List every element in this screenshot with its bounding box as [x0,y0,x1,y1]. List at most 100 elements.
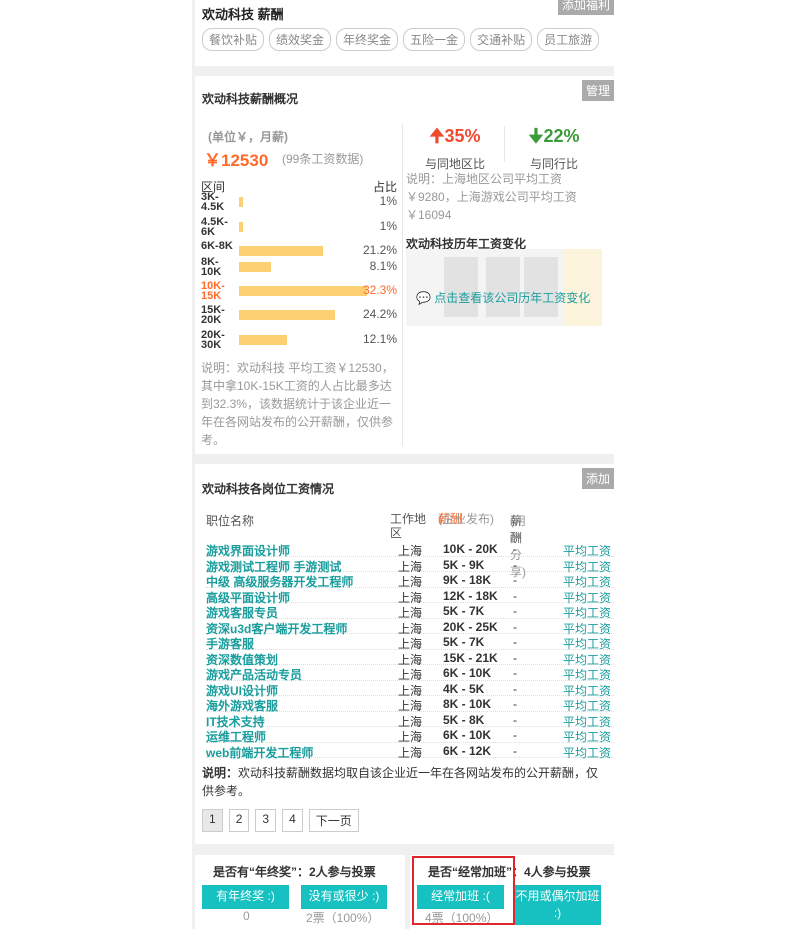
pagination: 1 2 3 4 下一页 [202,809,359,832]
add-benefit-button[interactable]: 添加福利 [557,0,614,15]
user-salary: - [513,697,517,711]
user-salary: - [513,542,517,556]
position-salary: 5K - 7K [443,635,485,649]
distribution-row: 10K-15K 32.3% [201,281,397,303]
user-salary: - [513,635,517,649]
user-salary: - [513,681,517,696]
history-chart-preview[interactable]: 💬 点击查看该公司历年工资变化 [406,249,602,326]
distribution-note: 说明：欢动科技 平均工资￥12530，其中拿10K-15K工资的人占比最多达到3… [201,361,394,447]
benefit-tag[interactable]: 餐饮补贴 [202,28,265,51]
overtime-no-button[interactable]: 不用或偶尔加班 :) [514,885,601,925]
table-row: web前端开发工程师 上海 6K - 12K - 平均工资 [206,743,614,761]
distribution-row: 15K-20K 24.2% [201,305,397,327]
distribution-row: 8K-10K 8.1% [201,257,397,279]
range-label: 4.5K-6K [201,216,228,238]
percent-label: 32.3% [362,283,397,297]
add-salary-button[interactable]: 添加 [581,468,614,489]
blurred-block [486,257,520,317]
benefits-panel: 欢动科技 薪酬 餐饮补贴 绩效奖金 年终奖金 五险一金 交通补贴 员工旅游 添加… [195,0,614,66]
distribution-bar [239,310,335,320]
user-salary: - [513,712,517,727]
table-row: 游戏界面设计师 上海 10K - 20K - 平均工资 [206,541,614,558]
note-text: 欢动科技薪酬数据均取自该企业近一年在各网站发布的公开薪酬，仅供参考。 [202,766,599,798]
arrow-down-icon: 🠋 [528,126,544,146]
range-label: 20K-30K [201,329,225,351]
note-label: 说明： [202,766,239,780]
history-link-label: 点击查看该公司历年工资变化 [434,291,591,305]
position-location: 上海 [398,745,423,760]
benefit-tag[interactable]: 交通补贴 [470,28,533,51]
position-salary: 6K - 12K [443,743,492,758]
bonus-no-button[interactable]: 没有或很少 :) [301,885,387,909]
benefit-tag[interactable]: 五险一金 [403,28,466,51]
next-page-button[interactable]: 下一页 [308,809,359,832]
position-salary: 4K - 5K [443,681,485,696]
region-compare-value: 35% [444,126,481,146]
distribution-row: 4.5K-6K 1% [201,217,397,239]
user-salary: - [513,588,517,603]
position-salary: 9K - 18K [443,573,492,587]
user-salary: - [513,604,517,618]
benefit-tag[interactable]: 绩效奖金 [269,28,332,51]
table-row: 海外游戏客服 上海 8K - 10K - 平均工资 [206,696,614,713]
position-salary: 10K - 20K [443,542,498,556]
user-salary: - [513,557,517,572]
distribution-bar [239,246,323,256]
position-salary: 5K - 7K [443,604,485,618]
user-salary: - [513,619,517,634]
table-row: 游戏产品活动专员 上海 6K - 10K - 平均工资 [206,665,614,682]
position-salary: 12K - 18K [443,588,498,603]
range-label: 6K-8K [201,240,233,252]
table-header: 职位名称 工作地区 薪酬 ↓ (企业发布) 薪酬 (用户分享) [206,512,614,579]
benefit-tag[interactable]: 员工旅游 [537,28,600,51]
blurred-highlight [564,249,602,326]
distribution-bar [239,286,367,296]
industry-compare-value: 22% [543,126,580,146]
position-title-link[interactable]: web前端开发工程师 [206,744,313,761]
blurred-block [524,257,558,317]
enterprise-note: (企业发布) [438,512,494,526]
region-comparison: 🠉35% 与同地区比 [409,124,501,172]
history-link[interactable]: 💬 点击查看该公司历年工资变化 [416,289,590,306]
distribution-bar [239,222,243,232]
blurred-block [444,257,478,317]
user-salary: - [513,743,517,758]
positions-title: 欢动科技各岗位工资情况 [202,482,335,496]
table-row: 高级平面设计师 上海 12K - 18K - 平均工资 [206,588,614,605]
page-3[interactable]: 3 [255,809,277,832]
table-row: 游戏UI设计师 上海 4K - 5K - 平均工资 [206,681,614,698]
percent-label: 12.1% [362,332,397,346]
page-2[interactable]: 2 [228,809,250,832]
position-salary: 20K - 25K [443,619,498,634]
bonus-yes-count: 0 [243,909,250,923]
col-location: 工作地区 [390,512,427,540]
table-row: IT技术支持 上海 5K - 8K - 平均工资 [206,712,614,729]
average-salary-link[interactable]: 平均工资 [563,744,611,761]
range-label: 15K-20K [201,304,225,326]
bonus-no-count: 2票（100%） [306,911,380,925]
arrow-up-icon: 🠉 [429,126,445,146]
column-divider [402,124,403,446]
salary-overview-panel: 欢动科技薪酬概况 管理 (单位￥，月薪) ￥12530 (99条工资数据) 区间… [195,76,614,454]
salary-data-count: (99条工资数据) [282,152,364,166]
percent-label: 1% [379,194,397,208]
company-salary-title: 欢动科技 薪酬 [202,7,284,22]
user-salary: - [513,650,517,665]
distribution-bar [239,197,243,207]
position-salary: 5K - 8K [443,712,485,727]
table-row: 游戏客服专员 上海 5K - 7K - 平均工资 [206,603,614,620]
manage-button[interactable]: 管理 [581,80,614,101]
position-salary: 5K - 9K [443,557,485,572]
page-4[interactable]: 4 [282,809,303,832]
bonus-yes-button[interactable]: 有年终奖 :) [202,885,289,909]
table-row: 资深数值策划 上海 15K - 21K - 平均工资 [206,650,614,667]
highlight-box [412,856,515,925]
position-salary: 6K - 10K [443,728,492,742]
benefit-tags: 餐饮补贴 绩效奖金 年终奖金 五险一金 交通补贴 员工旅游 [202,28,600,51]
page-1[interactable]: 1 [202,809,223,832]
percent-label: 8.1% [369,259,397,273]
benefit-tag[interactable]: 年终奖金 [336,28,399,51]
col-title: 职位名称 [206,514,255,528]
wechat-icon: 💬 [416,291,431,305]
table-note: 说明：欢动科技薪酬数据均取自该企业近一年在各网站发布的公开薪酬，仅供参考。 [202,764,606,800]
